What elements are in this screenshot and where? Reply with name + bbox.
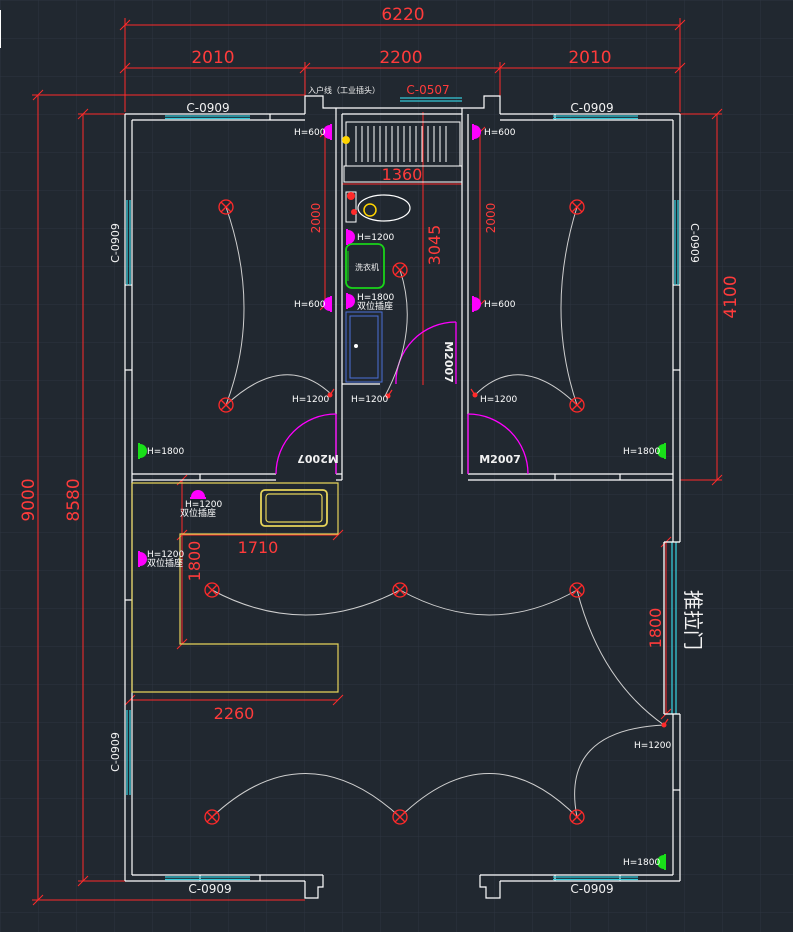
window-top-right: C-0909: [570, 101, 613, 115]
dim-seg-middle: 2200: [379, 48, 422, 68]
dim-kitchen-bottom: 2260: [214, 704, 255, 723]
dim-height-inner: 8580: [64, 478, 84, 521]
socket-label: H=1800: [623, 858, 660, 868]
window-bath-top: C-0507: [406, 83, 449, 97]
water-point-icon: [347, 192, 355, 200]
dim-right-2000: 2000: [484, 203, 498, 234]
socket-label: H=1200: [634, 741, 671, 751]
socket-label: H=600: [484, 128, 516, 138]
window-left-lower: C-0909: [109, 732, 122, 772]
socket-label: H=600: [484, 300, 516, 310]
cad-grid: [0, 0, 793, 932]
socket-label: H=600: [294, 128, 326, 138]
dim-seg-right: 2010: [568, 48, 611, 68]
sliding-door-label: 推拉门: [681, 590, 705, 650]
shower-valve-icon: [342, 136, 350, 144]
dim-overall-width: 6220: [381, 5, 424, 25]
dim-bath-height: 3045: [425, 225, 444, 266]
dim-kitchen-top: 1710: [238, 538, 279, 557]
socket-sub-label: 双位插座: [147, 557, 183, 569]
dim-left-2000: 2000: [309, 203, 323, 234]
socket-label: H=1800: [147, 447, 184, 457]
socket-label: H=1200: [480, 395, 517, 405]
window-right-upper: C-0909: [688, 223, 701, 263]
window-bottom-left: C-0909: [188, 882, 231, 896]
window-left-upper: C-0909: [109, 223, 122, 263]
door-right-room: M2007: [479, 453, 521, 466]
washer-label: 洗衣机: [355, 262, 379, 272]
socket-sub-label: 双位插座: [357, 300, 393, 312]
dim-bath-width: 1360: [382, 165, 423, 184]
door-bathroom: M2007: [442, 341, 455, 383]
dim-seg-left: 2010: [191, 48, 234, 68]
dim-kitchen-side: 1800: [185, 541, 204, 582]
floor-plan: 6220 2010 2200 2010 9000 8580 4100 1360 …: [0, 0, 793, 932]
socket-label: H=600: [294, 300, 326, 310]
socket-label: H=1200: [357, 233, 394, 243]
socket-sub-label: 双位插座: [180, 507, 216, 519]
entry-line-label: 入户线（工业插头）: [308, 85, 380, 95]
dim-right-upper: 4100: [721, 275, 741, 318]
dim-sliding-door: 1800: [646, 608, 665, 649]
door-left-room: M2007: [297, 452, 339, 465]
socket-label: H=1800: [623, 447, 660, 457]
socket-label: H=1200: [292, 395, 329, 405]
window-top-left: C-0909: [186, 101, 229, 115]
window-bottom-right: C-0909: [570, 882, 613, 896]
dim-height-total: 9000: [19, 478, 39, 521]
socket-label: H=1200: [351, 395, 388, 405]
